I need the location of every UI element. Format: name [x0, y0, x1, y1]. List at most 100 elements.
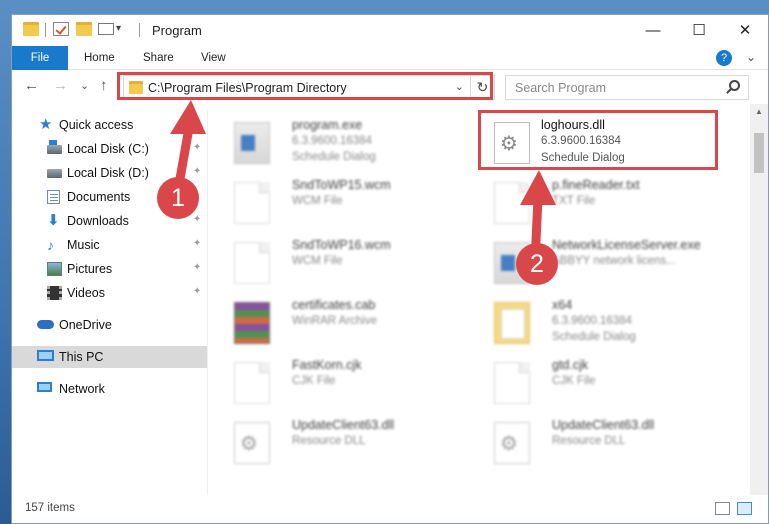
star-icon: ★ — [39, 116, 53, 133]
file-name: NetworkLicenseServer.exe — [552, 238, 701, 252]
status-bar: 157 items — [12, 495, 768, 523]
help-icon[interactable]: ? — [716, 50, 732, 66]
recent-locations-chevron-icon[interactable]: ⌄ — [80, 79, 89, 92]
generic-file-icon — [494, 362, 530, 404]
pin-icon: ✦ — [193, 286, 202, 297]
sidebar-item-quick-access[interactable]: ★ Quick access — [12, 114, 207, 136]
sidebar-item-label: Videos — [67, 286, 105, 300]
downloads-icon: ⬇ — [47, 212, 60, 229]
sidebar-item-pictures[interactable]: Pictures ✦ — [12, 258, 207, 280]
sidebar-item-label: Quick access — [59, 118, 134, 132]
properties-icon[interactable] — [53, 22, 69, 36]
address-bar-highlight — [117, 72, 493, 100]
list-item[interactable]: program.exe 6.3.9600.16384 Schedule Dial… — [222, 112, 467, 170]
file-highlight — [478, 110, 718, 170]
search-input[interactable]: Search Program — [505, 75, 749, 100]
file-name: certificates.cab — [292, 298, 376, 312]
file-name: gtd.cjk — [552, 358, 589, 372]
back-button[interactable]: ← — [24, 77, 39, 94]
large-icons-view-icon[interactable] — [737, 502, 752, 515]
sidebar-item-this-pc[interactable]: This PC — [12, 346, 207, 368]
list-item[interactable]: FastKorn.cjk CJK File — [222, 352, 467, 410]
file-name: SndToWP15.wcm — [292, 178, 391, 192]
item-count: 157 items — [25, 502, 75, 514]
sidebar-item-network[interactable]: Network — [12, 378, 207, 400]
dll-file-icon — [494, 422, 530, 464]
scroll-thumb[interactable] — [754, 133, 764, 173]
file-type: Resource DLL — [292, 435, 366, 447]
file-type: CJK File — [552, 375, 596, 387]
music-icon: ♪ — [47, 237, 54, 253]
generic-file-icon — [234, 182, 270, 224]
file-type: WCM File — [292, 255, 343, 267]
file-description: Schedule Dialog — [552, 331, 636, 343]
sidebar-item-label: Local Disk (C:) — [67, 142, 149, 156]
sidebar-item-label: Pictures — [67, 262, 113, 276]
separator — [45, 23, 46, 37]
pin-icon: ✦ — [193, 214, 202, 225]
close-button[interactable]: ✕ — [722, 15, 768, 46]
window-title: Program — [152, 23, 202, 38]
pane-divider[interactable] — [207, 110, 208, 495]
disk-icon — [47, 140, 62, 154]
maximize-button[interactable]: ☐ — [676, 15, 722, 46]
file-description: ABBYY network licens... — [552, 255, 676, 267]
list-item[interactable]: p.fineReader.txt TXT File — [482, 172, 727, 230]
scroll-up-icon[interactable]: ▲ — [755, 107, 763, 116]
file-name: x64 — [552, 298, 573, 312]
up-button[interactable]: ↑ — [100, 77, 108, 94]
pictures-icon — [47, 262, 62, 276]
tab-home[interactable]: Home — [84, 46, 115, 70]
computer-icon — [37, 350, 54, 361]
file-name: program.exe — [292, 118, 363, 132]
file-name: UpdateClient63.dll — [552, 418, 655, 432]
title-bar: ▾ Program — ☐ ✕ — [12, 15, 768, 46]
quick-access-toolbar-icon[interactable] — [98, 23, 114, 35]
file-name: UpdateClient63.dll — [292, 418, 395, 432]
list-item[interactable]: SndToWP15.wcm WCM File — [222, 172, 467, 230]
sidebar-item-label: OneDrive — [59, 318, 112, 332]
step-badge-1: 1 — [157, 177, 199, 219]
separator — [139, 23, 140, 37]
list-item[interactable]: certificates.cab WinRAR Archive — [222, 292, 467, 350]
pin-icon: ✦ — [193, 142, 202, 153]
sidebar-item-music[interactable]: ♪ Music ✦ — [12, 234, 207, 256]
pin-icon: ✦ — [193, 238, 202, 249]
new-folder-icon[interactable] — [76, 22, 92, 36]
sidebar-item-onedrive[interactable]: OneDrive — [12, 314, 207, 336]
videos-icon — [47, 286, 62, 300]
file-description: Schedule Dialog — [292, 151, 376, 163]
sidebar-item-label: Local Disk (D:) — [67, 166, 149, 180]
sidebar-item-label: Documents — [67, 190, 131, 204]
folder-icon — [494, 302, 530, 344]
minimize-button[interactable]: — — [630, 15, 676, 46]
list-item[interactable]: UpdateClient63.dll Resource DLL — [482, 412, 727, 470]
sidebar-item-label: Music — [67, 238, 100, 252]
text-file-icon — [494, 182, 530, 224]
pin-icon: ✦ — [193, 262, 202, 273]
cloud-icon — [37, 320, 54, 329]
file-type: TXT File — [552, 195, 596, 207]
tab-share[interactable]: Share — [143, 46, 174, 70]
list-item[interactable]: SndToWP16.wcm WCM File — [222, 232, 467, 290]
file-version: 6.3.9600.16384 — [552, 315, 632, 327]
network-icon — [37, 382, 52, 392]
generic-file-icon — [234, 362, 270, 404]
sidebar-item-label: This PC — [59, 350, 104, 364]
file-type: WCM File — [292, 195, 343, 207]
expand-ribbon-chevron-icon[interactable]: ⌄ — [746, 50, 756, 64]
forward-button[interactable]: → — [53, 77, 68, 94]
customize-toolbar-chevron-icon[interactable]: ▾ — [116, 23, 121, 34]
vertical-scrollbar[interactable]: ▲ — [750, 104, 768, 495]
list-item[interactable]: x64 6.3.9600.16384 Schedule Dialog — [482, 292, 727, 350]
sidebar-item-videos[interactable]: Videos ✦ — [12, 282, 207, 304]
ribbon: File Home Share View ⌄ ? — [12, 46, 768, 104]
disk-icon — [47, 169, 62, 178]
list-item[interactable]: UpdateClient63.dll Resource DLL — [222, 412, 467, 470]
archive-file-icon — [234, 302, 270, 344]
sidebar-item-local-disk-c[interactable]: Local Disk (C:) ✦ — [12, 138, 207, 160]
tab-view[interactable]: View — [201, 46, 226, 70]
list-item[interactable]: gtd.cjk CJK File — [482, 352, 727, 410]
details-view-icon[interactable] — [715, 502, 730, 515]
dll-file-icon — [234, 422, 270, 464]
